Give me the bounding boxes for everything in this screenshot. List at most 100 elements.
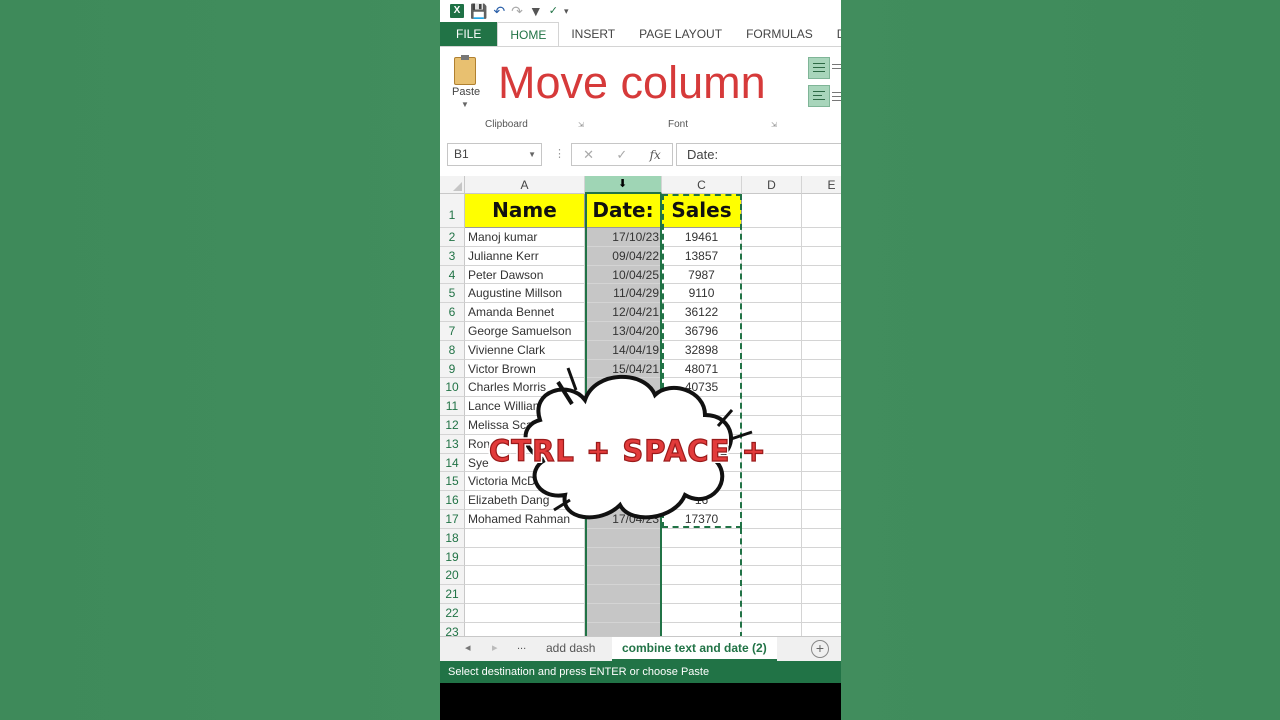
empty-cell[interactable] (465, 585, 585, 604)
align-left-lines-icon[interactable] (832, 61, 841, 75)
header-cell-date[interactable]: Date: (585, 194, 662, 228)
paste-dropdown-icon[interactable]: ▼ (461, 100, 469, 109)
header-cell-name[interactable]: Name (465, 194, 585, 228)
sheet-tab-combine-text-and-date[interactable]: combine text and date (2) (612, 637, 777, 661)
row-header[interactable]: 18 (440, 528, 465, 548)
date-cell[interactable] (585, 547, 662, 567)
empty-cell[interactable] (742, 303, 802, 322)
name-cell[interactable]: Amanda Bennet (465, 303, 585, 322)
empty-cell[interactable] (742, 340, 802, 360)
sales-cell[interactable]: 13857 (662, 246, 742, 266)
row-header[interactable]: 10 (440, 378, 465, 398)
empty-cell[interactable] (802, 360, 841, 379)
empty-cell[interactable] (742, 246, 802, 266)
align-left-icon[interactable] (808, 85, 830, 107)
spellcheck-icon[interactable]: ✓ (549, 4, 558, 18)
empty-cell[interactable] (662, 528, 742, 548)
row-header[interactable]: 17 (440, 510, 465, 529)
sales-cell[interactable]: 7987 (662, 265, 742, 285)
cancel-icon[interactable]: ✕ (583, 147, 594, 163)
select-all-corner[interactable] (440, 176, 465, 194)
header-cell-sales[interactable]: Sales (662, 194, 742, 228)
row-header[interactable]: 14 (440, 453, 465, 473)
font-launcher-icon[interactable]: ⇲ (771, 121, 777, 129)
empty-cell[interactable] (802, 529, 841, 548)
row-header[interactable]: 15 (440, 472, 465, 492)
empty-cell[interactable] (802, 266, 841, 285)
date-cell[interactable] (585, 566, 662, 586)
empty-cell[interactable] (802, 454, 841, 473)
row-header[interactable]: 22 (440, 604, 465, 623)
empty-cell[interactable] (802, 284, 841, 304)
column-header-e[interactable]: E (802, 176, 841, 194)
empty-cell[interactable] (802, 247, 841, 266)
row-header[interactable]: 13 (440, 434, 465, 454)
empty-cell[interactable] (802, 194, 841, 228)
empty-cell[interactable] (465, 547, 585, 567)
date-cell[interactable]: 10/04/25 (585, 265, 662, 285)
insert-function-icon[interactable]: fx (650, 148, 661, 162)
empty-cell[interactable] (802, 378, 841, 398)
row-header[interactable]: 5 (440, 284, 465, 304)
row-header[interactable]: 16 (440, 491, 465, 510)
sales-cell[interactable]: 36796 (662, 322, 742, 341)
name-cell[interactable]: Julianne Kerr (465, 246, 585, 266)
empty-cell[interactable] (465, 604, 585, 623)
empty-cell[interactable] (742, 194, 802, 228)
date-cell[interactable] (585, 528, 662, 548)
empty-cell[interactable] (802, 623, 841, 636)
customize-icon[interactable]: ▾ (564, 4, 569, 18)
empty-cell[interactable] (742, 284, 802, 304)
empty-cell[interactable] (662, 604, 742, 623)
row-header[interactable]: 23 (440, 622, 465, 636)
empty-cell[interactable] (742, 228, 802, 247)
save-icon[interactable]: 💾 (470, 4, 487, 18)
empty-cell[interactable] (802, 341, 841, 360)
tab-file[interactable]: FILE (440, 22, 498, 46)
redo-icon[interactable]: ↷ (511, 4, 523, 18)
new-sheet-button[interactable]: + (811, 640, 829, 658)
name-cell[interactable]: Peter Dawson (465, 265, 585, 285)
empty-cell[interactable] (742, 547, 802, 567)
tab-formulas[interactable]: FORMULAS (734, 22, 825, 46)
tab-page-layout[interactable]: PAGE LAYOUT (627, 22, 734, 46)
tab-home[interactable]: HOME (497, 22, 560, 46)
empty-cell[interactable] (465, 622, 585, 636)
clipboard-launcher-icon[interactable]: ⇲ (578, 121, 584, 129)
column-header-a[interactable]: A (465, 176, 585, 194)
name-box-dropdown-icon[interactable]: ▼ (528, 144, 536, 165)
empty-cell[interactable] (465, 528, 585, 548)
align-top-icon[interactable] (808, 57, 830, 79)
empty-cell[interactable] (802, 303, 841, 322)
empty-cell[interactable] (742, 528, 802, 548)
row-header[interactable]: 7 (440, 322, 465, 341)
name-box[interactable]: B1 ▼ (447, 143, 542, 166)
name-cell[interactable]: George Samuelson (465, 322, 585, 341)
paste-icon[interactable] (454, 55, 476, 85)
date-cell[interactable]: 09/04/22 (585, 246, 662, 266)
column-header-c[interactable]: C (662, 176, 742, 194)
date-cell[interactable] (585, 604, 662, 623)
filter-icon[interactable]: ▼ (529, 4, 543, 18)
row-header[interactable]: 21 (440, 585, 465, 604)
row-header[interactable]: 11 (440, 397, 465, 416)
paste-button[interactable]: Paste (452, 86, 480, 98)
empty-cell[interactable] (802, 228, 841, 247)
empty-cell[interactable] (802, 491, 841, 510)
empty-cell[interactable] (742, 322, 802, 341)
empty-cell[interactable] (662, 547, 742, 567)
formula-bar-grip-icon[interactable]: ⋮ (554, 147, 565, 160)
empty-cell[interactable] (802, 566, 841, 586)
empty-cell[interactable] (742, 585, 802, 604)
empty-cell[interactable] (802, 548, 841, 567)
undo-icon[interactable]: ↶ (493, 4, 505, 18)
empty-cell[interactable] (742, 566, 802, 586)
date-cell[interactable]: 17/10/23 (585, 228, 662, 247)
sales-cell[interactable]: 36122 (662, 303, 742, 322)
empty-cell[interactable] (662, 585, 742, 604)
empty-cell[interactable] (742, 604, 802, 623)
more-sheets-button[interactable]: ... (517, 640, 526, 652)
row-header[interactable]: 19 (440, 547, 465, 567)
name-cell[interactable]: Vivienne Clark (465, 340, 585, 360)
date-cell[interactable] (585, 622, 662, 636)
